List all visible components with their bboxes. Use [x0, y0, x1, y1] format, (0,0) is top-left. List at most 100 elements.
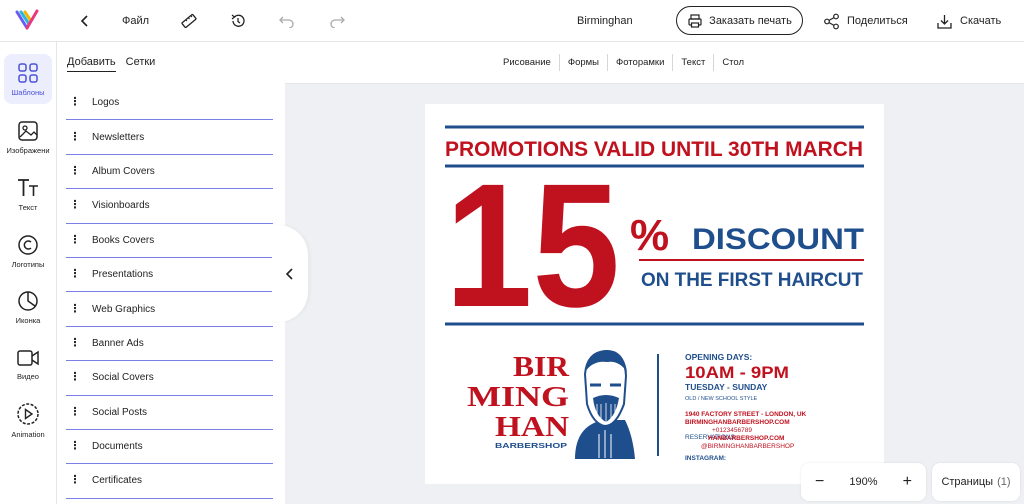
rail-item-logos[interactable]: Логотипы [4, 226, 52, 276]
share-button[interactable]: Поделиться [823, 0, 908, 42]
reservations-email: HANBARBERSHOP.COM [708, 435, 784, 442]
tools-tabs: Рисование Формы Фоторамки Текст Стол [495, 54, 752, 71]
list-item[interactable]: ⋮ Logos [66, 86, 273, 121]
drag-handle-icon[interactable]: ⋮ [68, 441, 82, 452]
file-menu[interactable]: Файл [122, 0, 149, 42]
percent-sign[interactable]: % [630, 211, 669, 260]
drag-handle-icon[interactable]: ⋮ [68, 165, 82, 177]
undo-icon [279, 16, 294, 28]
history-icon [231, 14, 245, 27]
drag-handle-icon[interactable]: ⋮ [68, 303, 82, 315]
list-item-label: Presentations [92, 269, 154, 281]
zoom-level[interactable]: 190% [849, 476, 877, 488]
list-item-label: Newsletters [92, 131, 145, 143]
redo-icon [330, 16, 345, 28]
rail-label: Иконка [15, 315, 41, 325]
drag-handle-icon[interactable]: ⋮ [68, 200, 82, 211]
share-label: Поделиться [847, 15, 908, 27]
big-number[interactable]: 15 [445, 148, 620, 344]
back-button[interactable] [78, 0, 92, 42]
logo-line2: MING [467, 381, 569, 413]
list-item[interactable]: ⋮ Visionboards [66, 189, 273, 224]
instagram-label: INSTAGRAM: [685, 455, 726, 462]
ruler-button[interactable] [180, 0, 198, 42]
discount-text[interactable]: DISCOUNT [692, 223, 864, 256]
tool-text[interactable]: Текст [673, 54, 715, 71]
list-item[interactable]: ⋮ Certificates [66, 464, 273, 499]
logo-line1: BIR [513, 351, 570, 383]
download-button[interactable]: Скачать [936, 0, 1001, 42]
style-text: OLD / NEW SCHOOL STYLE [685, 396, 758, 402]
rail-label: Animation [11, 429, 45, 439]
first-haircut-text[interactable]: ON THE FIRST HAIRCUT [641, 270, 863, 291]
list-item-label: Logos [92, 97, 120, 109]
rail-item-animation[interactable]: Animation [4, 395, 52, 445]
chevron-left-icon [285, 267, 293, 280]
drag-handle-icon[interactable]: ⋮ [68, 337, 82, 349]
copyright-icon [18, 234, 38, 255]
drag-handle-icon[interactable]: ⋮ [68, 372, 82, 383]
rail-label: Шаблоны [11, 87, 45, 97]
rail-label: Текст [18, 202, 38, 212]
rail-item-text[interactable]: Текст [4, 169, 52, 219]
list-item[interactable]: ⋮ Documents [66, 430, 273, 465]
pages-button[interactable]: Страницы (1) [932, 463, 1020, 501]
panel-tabs: Добавить Сетки [67, 56, 155, 72]
left-rail: Шаблоны Изображени Текст Логотипы Иконка… [0, 42, 57, 504]
list-item[interactable]: ⋮ Banner Ads [66, 327, 273, 362]
list-item[interactable]: ⋮ Social Posts [66, 396, 273, 430]
list-item[interactable]: ⋮ Social Covers [66, 361, 273, 396]
drag-handle-icon[interactable]: ⋮ [68, 475, 82, 486]
video-icon [17, 349, 39, 366]
tools-bar: Рисование Формы Фоторамки Текст Стол [285, 42, 1024, 84]
redo-button[interactable] [328, 0, 346, 42]
drag-handle-icon[interactable]: ⋮ [68, 406, 82, 418]
hours-text: 10AM - 9PM [685, 363, 789, 382]
list-item-label: Social Posts [92, 406, 148, 418]
printer-icon [688, 13, 702, 28]
zoom-in-button[interactable]: + [903, 473, 912, 491]
barbershop-logo[interactable]: BIR MING HAN BARBERSHOP [467, 349, 635, 459]
drag-handle-icon[interactable]: ⋮ [68, 234, 82, 246]
rail-item-images[interactable]: Изображени [4, 112, 52, 162]
logo-subtitle: BARBERSHOP [495, 441, 567, 450]
templates-panel: Добавить Сетки ⋮ Logos ⋮ Newsletters ⋮ Albu… [57, 42, 285, 504]
drag-handle-icon[interactable]: ⋮ [68, 269, 82, 280]
rail-label: Видео [17, 371, 39, 381]
tool-frames[interactable]: Фоторамки [608, 54, 674, 71]
pages-label: Страницы [941, 476, 994, 488]
ruler-icon [181, 13, 197, 29]
list-item[interactable]: ⋮ Web Graphics [66, 292, 273, 327]
rail-item-video[interactable]: Видео [4, 339, 52, 389]
rail-item-icons[interactable]: Иконка [4, 282, 52, 332]
list-item-label: Books Covers [92, 234, 155, 246]
document-name[interactable]: Birminghan [577, 0, 633, 42]
history-button[interactable] [229, 0, 247, 42]
list-item[interactable]: ⋮ Presentations [66, 258, 273, 293]
tab-grids[interactable]: Сетки [126, 56, 156, 72]
rail-item-templates[interactable]: Шаблоны [4, 54, 52, 104]
zoom-out-button[interactable]: − [815, 473, 824, 491]
drag-handle-icon[interactable]: ⋮ [68, 131, 82, 143]
app-logo[interactable] [14, 0, 40, 42]
phone-text: +0123456789 [712, 427, 752, 434]
days-text: TUESDAY - SUNDAY [685, 382, 768, 392]
list-item[interactable]: ⋮ Newsletters [66, 120, 273, 155]
tool-shapes[interactable]: Формы [560, 54, 608, 71]
list-item-label: Banner Ads [92, 337, 144, 349]
order-print-button[interactable]: Заказать печать [676, 6, 803, 35]
tab-add[interactable]: Добавить [67, 56, 116, 72]
design-canvas[interactable]: PROMOTIONS VALID UNTIL 30TH MARCH 15 % D… [425, 104, 884, 484]
info-block[interactable]: OPENING DAYS: 10AM - 9PM TUESDAY - SUNDA… [685, 352, 807, 462]
pages-count: (1) [997, 476, 1011, 488]
opening-days-label: OPENING DAYS: [685, 352, 752, 362]
tool-table[interactable]: Стол [714, 54, 752, 71]
play-icon [17, 402, 39, 425]
undo-button[interactable] [278, 0, 296, 42]
tool-drawing[interactable]: Рисование [495, 54, 560, 71]
drag-handle-icon[interactable]: ⋮ [68, 97, 82, 108]
list-item[interactable]: ⋮ Books Covers [66, 224, 273, 258]
list-item-label: Web Graphics [92, 303, 156, 315]
collapse-panel-button[interactable] [272, 225, 308, 322]
list-item[interactable]: ⋮ Album Covers [66, 155, 273, 190]
